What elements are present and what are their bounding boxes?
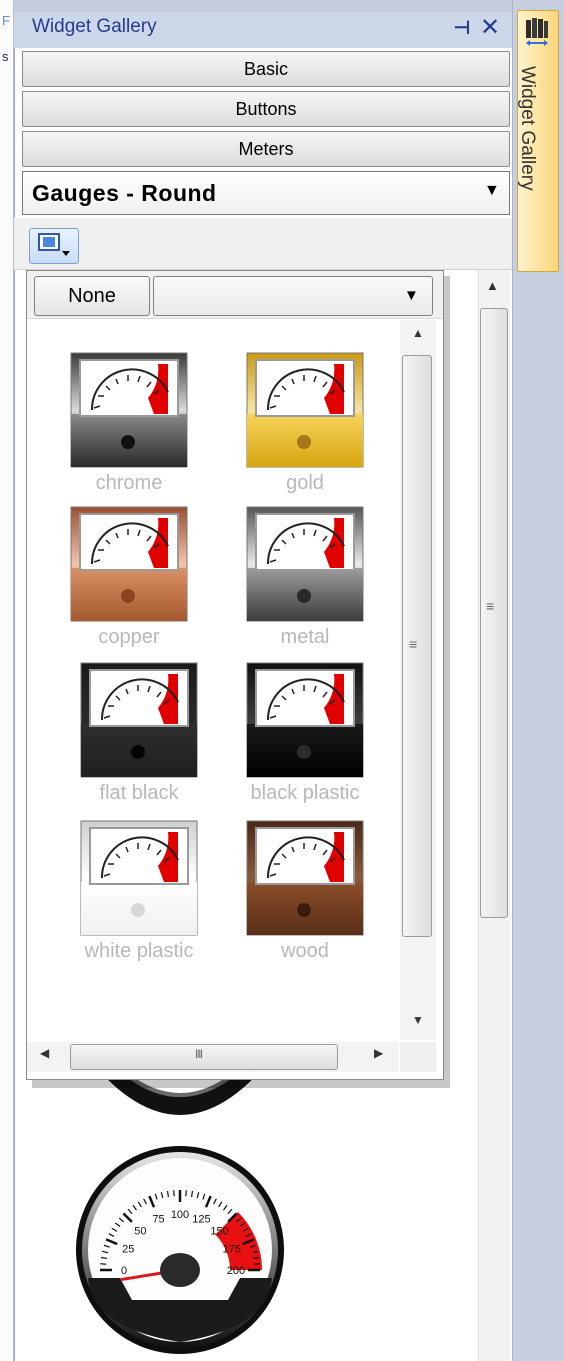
left-document-edge <box>0 0 14 1361</box>
scroll-left-arrow-icon[interactable]: ◀ <box>40 1046 49 1060</box>
scrollbar-grip-icon: ≡ <box>409 636 418 652</box>
gallery-icon <box>526 18 548 46</box>
side-tab-label: Widget Gallery <box>517 66 538 191</box>
style-tile-label: chrome <box>95 472 163 494</box>
accordion-buttons-button[interactable]: Buttons <box>22 91 510 127</box>
left-edge-fragment: s <box>2 49 9 64</box>
style-tile-gold[interactable] <box>246 352 364 468</box>
scroll-up-arrow-icon[interactable]: ▲ <box>412 326 424 340</box>
scrollbar-grip-icon: III <box>195 1047 203 1061</box>
gauge-scale-label: 0 <box>121 1265 127 1277</box>
pin-icon[interactable]: ⊣ <box>450 16 474 42</box>
style-tile-metal[interactable] <box>246 506 364 622</box>
scroll-down-arrow-icon[interactable]: ▼ <box>412 1013 424 1027</box>
style-picker-icon <box>38 233 60 251</box>
style-tile-label: wood <box>281 940 329 962</box>
accordion-basic-button[interactable]: Basic <box>22 51 510 87</box>
style-filter-dropdown[interactable] <box>153 276 433 316</box>
style-tile-copper[interactable] <box>70 506 188 622</box>
style-tile-label: metal <box>280 626 330 648</box>
close-icon[interactable]: ✕ <box>478 14 502 42</box>
style-tile-wood[interactable] <box>246 820 364 936</box>
scrollbar-corner <box>400 1042 436 1072</box>
gauge-scale-label: 125 <box>192 1213 210 1225</box>
gauge-scale-label: 25 <box>122 1244 134 1256</box>
none-button[interactable]: None <box>34 276 150 316</box>
style-tile-chrome[interactable] <box>70 352 188 468</box>
gauge-scale-label: 175 <box>223 1244 241 1256</box>
style-tile-label: copper <box>98 626 160 648</box>
preview-gauge[interactable]: 0 2550 75 100 125150 175 200 <box>60 1138 300 1358</box>
chevron-down-icon <box>62 251 70 256</box>
accordion-meters-button[interactable]: Meters <box>22 131 510 167</box>
dropdown-arrow-icon[interactable]: ▼ <box>484 182 500 200</box>
scroll-right-arrow-icon[interactable]: ▶ <box>374 1046 383 1060</box>
gauge-scale-label: 200 <box>227 1265 245 1277</box>
gauge-scale-label: 75 <box>152 1213 164 1225</box>
style-tile-label: black plastic <box>250 782 360 804</box>
gauge-scale-label: 50 <box>134 1225 146 1237</box>
style-tile-label: flat black <box>99 782 179 804</box>
style-tile-white-plastic[interactable] <box>80 820 198 936</box>
category-dropdown-value: Gauges - Round <box>32 180 217 206</box>
gallery-toolbar <box>14 218 512 270</box>
popup-hscroll-thumb[interactable] <box>70 1044 338 1070</box>
style-tile-label: gold <box>286 472 324 494</box>
style-tile-black-plastic[interactable] <box>246 662 364 778</box>
scroll-up-arrow-icon[interactable]: ▲ <box>486 278 499 293</box>
gauge-scale-label: 100 <box>171 1209 189 1221</box>
scrollbar-grip-icon: ≡ <box>486 598 495 614</box>
gauge-scale-label: 150 <box>210 1225 228 1237</box>
style-tile-label: white plastic <box>84 940 194 962</box>
panel-title: Widget Gallery <box>32 16 157 37</box>
style-tile-flat-black[interactable] <box>80 662 198 778</box>
dropdown-arrow-icon[interactable]: ▼ <box>404 287 419 304</box>
left-edge-fragment: F <box>2 13 10 28</box>
